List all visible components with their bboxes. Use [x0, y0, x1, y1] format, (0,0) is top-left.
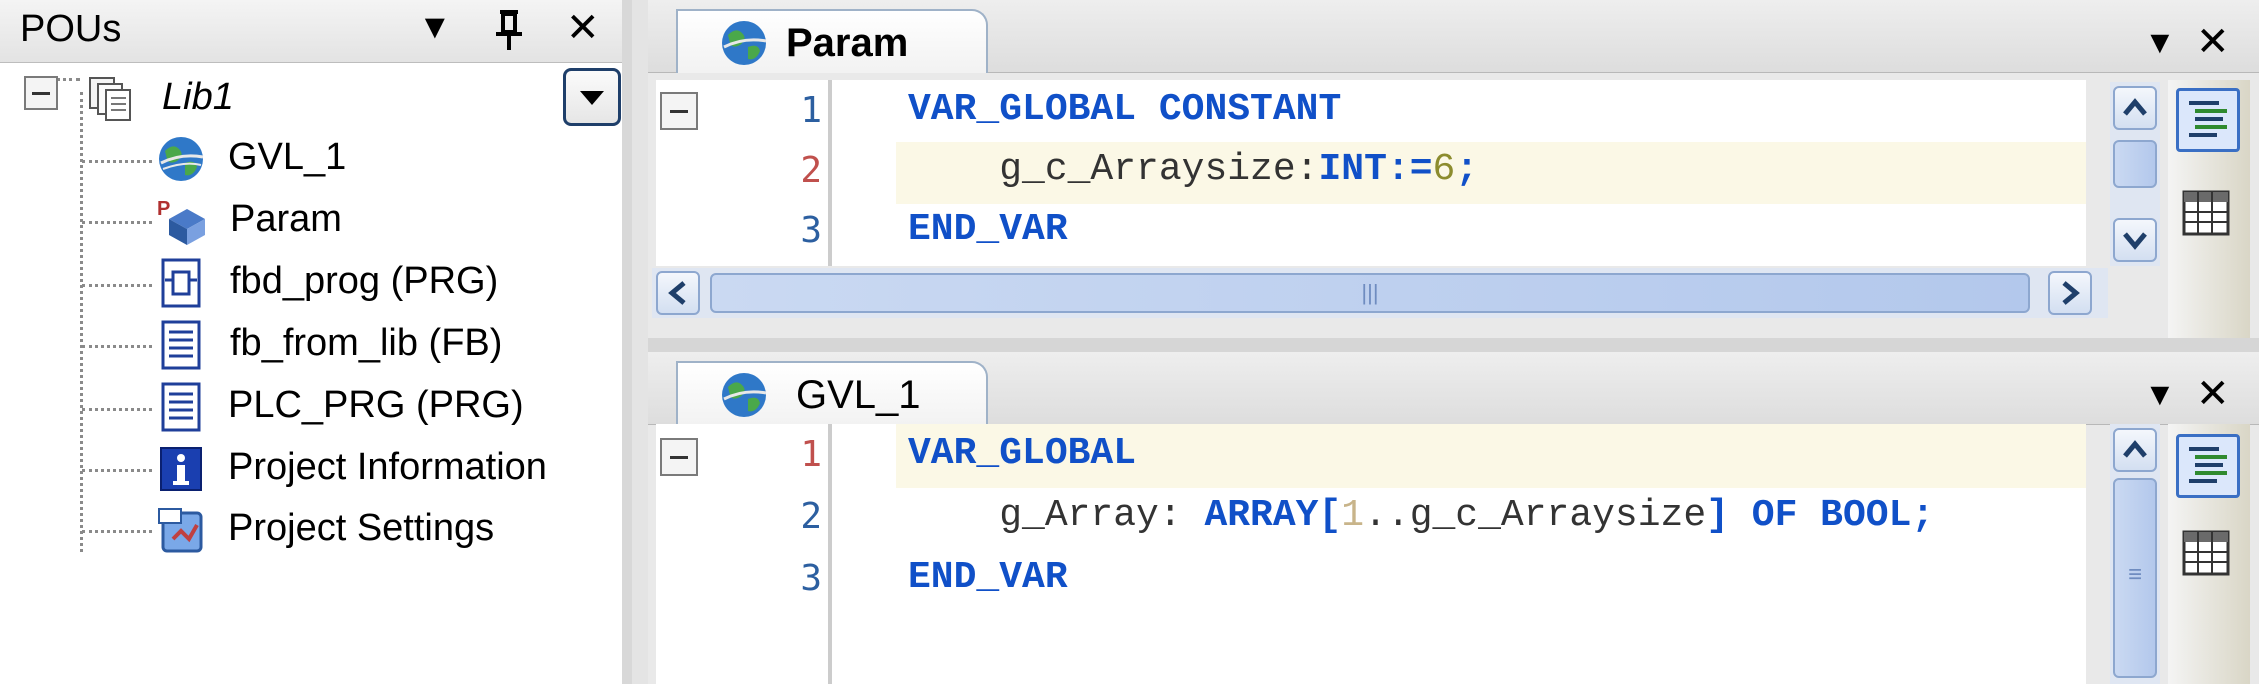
line-number: 3 [800, 558, 822, 599]
gutter-separator [828, 80, 832, 266]
scroll-up-button[interactable] [2113, 428, 2157, 472]
horizontal-scroll-thumb[interactable]: ||| [710, 273, 2030, 313]
tree-connector [82, 160, 152, 163]
tree-item-gvl-1[interactable]: GVL_1 [228, 136, 346, 179]
fbd-program-icon [155, 258, 207, 310]
line-number: 3 [800, 210, 822, 251]
info-icon [155, 444, 207, 496]
code-line-2: g_Array: ARRAY[1..g_c_Arraysize] OF BOOL… [999, 494, 1935, 537]
editor-gvl-1-window: GVL_1 ▼ ✕ 1 2 3 VAR_GLOBAL g_Array: ARRA… [648, 352, 2259, 684]
textual-view-button[interactable] [2176, 88, 2240, 152]
editor-menu-dropdown-icon[interactable]: ▼ [2144, 26, 2176, 58]
global-variable-list-icon [718, 17, 770, 69]
line-number: 2 [800, 496, 822, 537]
collapse-lib1-toggle[interactable] [24, 76, 58, 110]
scroll-up-button[interactable] [2113, 86, 2157, 130]
close-editor-icon[interactable]: ✕ [2196, 374, 2230, 414]
tree-item-plc-prg[interactable]: PLC_PRG (PRG) [228, 384, 524, 427]
global-variable-list-icon [155, 133, 207, 185]
lib1-dropdown-button[interactable] [563, 68, 621, 126]
view-switch-toolbar [2168, 80, 2250, 338]
tree-root-lib1[interactable]: Lib1 [162, 76, 234, 119]
editor-gvl-tab-strip: GVL_1 ▼ ✕ [648, 352, 2259, 425]
fold-block-toggle[interactable] [660, 438, 698, 476]
line-number: 1 [800, 434, 822, 475]
vertical-scrollbar[interactable] [2110, 82, 2160, 266]
editor-param-tab-strip: Param ▼ ✕ [648, 0, 2259, 73]
tree-connector [82, 469, 152, 472]
pin-icon[interactable] [494, 8, 524, 52]
textual-view-button[interactable] [2176, 434, 2240, 498]
tabular-view-button[interactable] [2176, 524, 2240, 588]
parameter-list-icon: P [155, 195, 207, 247]
scroll-right-button[interactable] [2048, 271, 2092, 315]
pous-panel: POUs ▼ ✕ Lib1 GVL_1 P Param fbd_prog (PR… [0, 0, 632, 684]
tree-connector [82, 221, 152, 224]
vertical-scrollbar[interactable]: ≡ [2110, 424, 2160, 684]
gutter-separator [828, 424, 832, 684]
settings-icon [155, 505, 207, 557]
pous-panel-header: POUs ▼ ✕ [0, 0, 622, 63]
svg-text:P: P [157, 198, 170, 220]
tab-param-label: Param [786, 21, 909, 65]
tree-item-fb-from-lib[interactable]: fb_from_lib (FB) [230, 322, 502, 365]
code-line-2: g_c_Arraysize:INT:=6; [999, 148, 1479, 191]
vertical-scroll-thumb[interactable]: ≡ [2113, 478, 2157, 678]
fold-block-toggle[interactable] [660, 92, 698, 130]
tab-param[interactable]: Param [676, 9, 988, 73]
editor-menu-dropdown-icon[interactable]: ▼ [2144, 378, 2176, 410]
scroll-left-button[interactable] [656, 271, 700, 315]
panel-menu-dropdown-icon[interactable]: ▼ [418, 10, 452, 44]
vertical-scroll-thumb[interactable] [2113, 140, 2157, 188]
editor-param-window: Param ▼ ✕ 1 2 3 VAR_GLOBAL CONSTANT g_c_… [648, 0, 2259, 338]
tabular-view-button[interactable] [2176, 184, 2240, 248]
tree-connector [82, 408, 152, 411]
library-icon [86, 74, 136, 124]
pous-panel-title: POUs [20, 8, 122, 50]
code-editor-param[interactable]: 1 2 3 VAR_GLOBAL CONSTANT g_c_Arraysize:… [656, 80, 2086, 266]
code-line-1: VAR_GLOBAL CONSTANT [908, 88, 1342, 131]
tree-item-project-settings[interactable]: Project Settings [228, 507, 494, 550]
tree-connector [82, 345, 152, 348]
code-editor-gvl-1[interactable]: 1 2 3 VAR_GLOBAL g_Array: ARRAY[1..g_c_A… [656, 424, 2086, 684]
tree-connector [82, 284, 152, 287]
code-line-3: END_VAR [908, 208, 1068, 251]
editor-splitter[interactable] [648, 338, 2259, 352]
function-block-icon [155, 320, 207, 372]
line-number: 2 [800, 150, 822, 191]
line-number: 1 [800, 90, 822, 131]
tab-gvl-1-label: GVL_1 [796, 373, 921, 417]
program-icon [155, 382, 207, 434]
close-panel-icon[interactable]: ✕ [566, 8, 600, 48]
tree-connector [82, 530, 152, 533]
view-switch-toolbar [2168, 424, 2250, 684]
horizontal-scrollbar[interactable]: ||| [652, 268, 2108, 318]
close-editor-icon[interactable]: ✕ [2196, 22, 2230, 62]
code-line-1: VAR_GLOBAL [908, 432, 1137, 475]
scroll-down-button[interactable] [2113, 218, 2157, 262]
tree-item-fbd-prog[interactable]: fbd_prog (PRG) [230, 260, 498, 303]
tab-gvl-1[interactable]: GVL_1 [676, 361, 988, 425]
tree-item-project-information[interactable]: Project Information [228, 446, 547, 489]
code-line-3: END_VAR [908, 556, 1068, 599]
tree-item-param[interactable]: Param [230, 198, 342, 241]
global-variable-list-icon [718, 369, 770, 421]
panel-splitter[interactable] [632, 0, 648, 684]
